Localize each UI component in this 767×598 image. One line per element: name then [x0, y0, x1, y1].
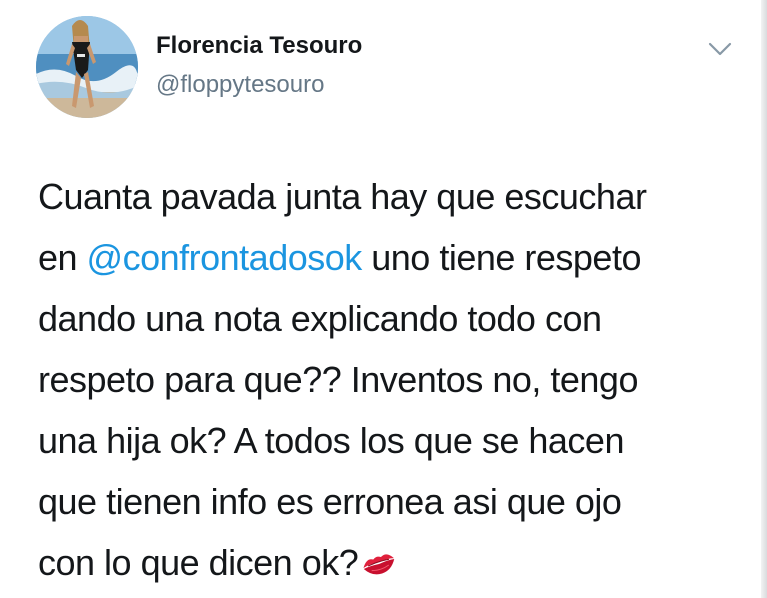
user-handle[interactable]: @floppytesouro: [156, 71, 324, 99]
window-edge: [761, 0, 767, 598]
tweet-text: Cuanta pavada junta hay que escuchar en …: [38, 166, 738, 593]
display-name[interactable]: Florencia Tesouro: [156, 32, 362, 60]
tweet-line: respeto para que?? Inventos no, tengo: [38, 359, 638, 400]
tweet-card: Florencia Tesouro @floppytesouro Cuanta …: [0, 0, 767, 598]
tweet-line: con lo que dicen ok?: [38, 532, 738, 593]
tweet-line: en @confrontadosok uno tiene respeto: [38, 227, 738, 288]
tweet-line: que tienen info es erronea asi que ojo: [38, 481, 622, 522]
tweet-line-text: uno tiene respeto: [361, 237, 641, 278]
kiss-mark-icon: [360, 536, 398, 575]
profile-photo-icon: [36, 16, 138, 118]
tweet-line-text: en: [38, 237, 87, 278]
tweet-line: dando una nota explicando todo con: [38, 298, 602, 339]
tweet-line: Cuanta pavada junta hay que escuchar: [38, 176, 647, 217]
tweet-line-text: con lo que dicen ok?: [38, 542, 359, 583]
chevron-down-icon[interactable]: [706, 38, 734, 60]
tweet-line: una hija ok? A todos los que se hacen: [38, 420, 624, 461]
mention-link[interactable]: @confrontadosok: [87, 237, 363, 278]
avatar[interactable]: [36, 16, 138, 118]
